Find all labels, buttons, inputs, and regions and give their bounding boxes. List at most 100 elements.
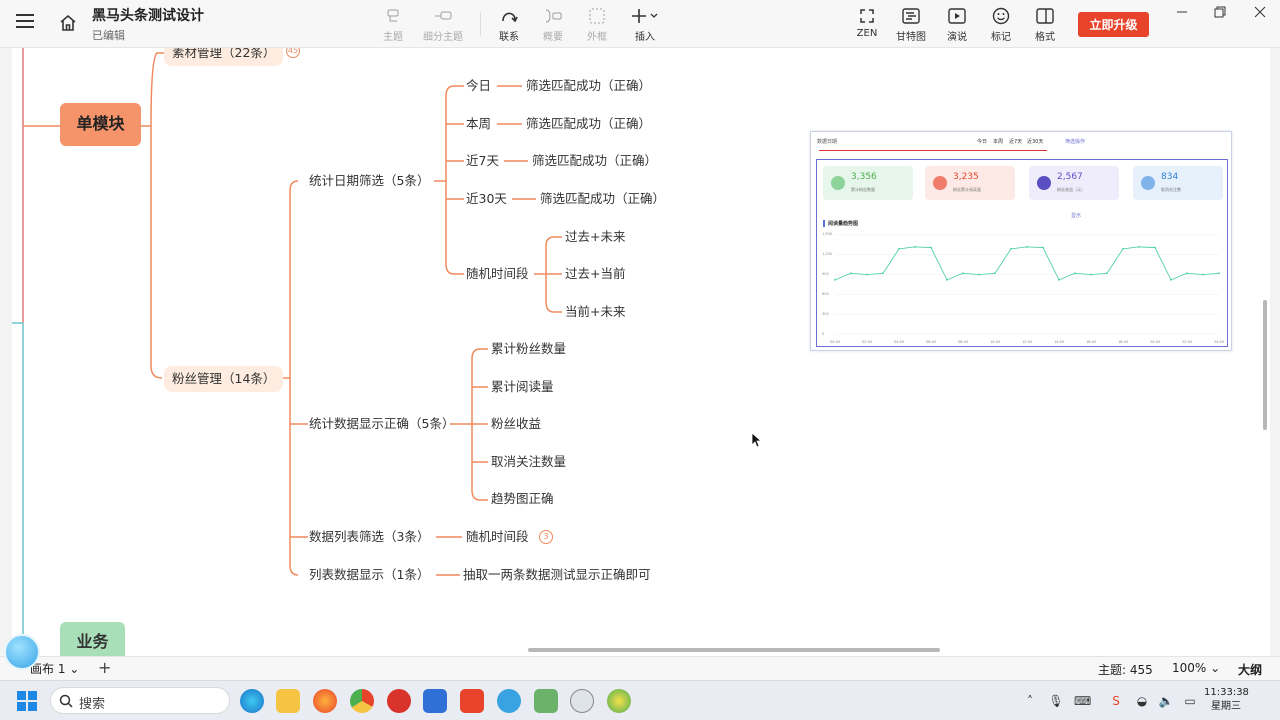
node-last7-result[interactable]: 筛选匹配成功（正确） xyxy=(532,152,657,170)
taskbar-search[interactable]: 搜索 xyxy=(50,687,230,714)
vertical-scrollbar[interactable] xyxy=(1263,300,1267,430)
x-tick-label: 12:00 xyxy=(1022,340,1032,344)
x-tick-label: 24:00 xyxy=(1214,340,1224,344)
wps-icon[interactable] xyxy=(460,689,484,713)
clock-app-icon[interactable] xyxy=(570,689,594,713)
node-today-result[interactable]: 筛选匹配成功（正确） xyxy=(526,77,651,95)
data-point xyxy=(850,272,852,275)
antivirus-icon[interactable]: S xyxy=(1108,693,1124,709)
horizontal-scrollbar[interactable] xyxy=(528,648,940,652)
preview-tab-underline xyxy=(819,150,1047,151)
data-point xyxy=(1026,245,1028,248)
floating-widget-icon[interactable] xyxy=(4,634,40,670)
node-unfollow-count[interactable]: 取消关注数量 xyxy=(491,453,566,471)
mindmap-app-icon[interactable] xyxy=(607,689,631,713)
node-last30[interactable]: 近30天 xyxy=(466,190,507,208)
node-last30-result[interactable]: 筛选匹配成功（正确） xyxy=(540,190,665,208)
topic-count: 主题: 455 xyxy=(1098,663,1153,677)
data-point xyxy=(978,273,980,276)
node-week-result[interactable]: 筛选匹配成功（正确） xyxy=(526,115,651,133)
minimize-icon[interactable] xyxy=(1174,4,1190,20)
preview-filter-action: 筛选操作 xyxy=(1065,139,1086,145)
node-fans-total[interactable]: 累计粉丝数量 xyxy=(491,340,566,358)
home-icon[interactable] xyxy=(58,13,78,33)
data-point xyxy=(898,247,900,250)
node-random-period[interactable]: 随机时间段 xyxy=(466,265,529,283)
node-list-filter[interactable]: 数据列表筛选（3条） xyxy=(309,528,429,546)
trend-line-chart: 00:00 02:00 04:00 06:00 08:00 10:00 12:00 14:00… xyxy=(830,234,1224,344)
firefox-icon[interactable] xyxy=(313,689,337,713)
zoom-value: 100% xyxy=(1172,661,1207,675)
save-status: 已编辑 xyxy=(92,29,125,42)
x-tick-label: 10:00 xyxy=(990,340,1000,344)
battery-icon[interactable]: ▭ xyxy=(1182,693,1198,709)
collapse-badge-list[interactable]: 3 xyxy=(539,530,553,544)
node-reads-total[interactable]: 累计阅读量 xyxy=(491,378,554,396)
x-tick-label: 02:00 xyxy=(862,340,872,344)
sheet-tab[interactable]: 画布 1 ⌄ xyxy=(30,660,79,677)
node-week[interactable]: 本周 xyxy=(466,115,491,133)
system-clock[interactable]: 11:33:38 星期三 xyxy=(1204,686,1249,714)
x-tick-label: 06:00 xyxy=(926,340,936,344)
node-stats-display[interactable]: 统计数据显示正确（5条） xyxy=(309,415,454,433)
node-date-filter[interactable]: 统计日期筛选（5条） xyxy=(309,172,429,190)
app-icon[interactable] xyxy=(387,689,411,713)
subtopic-icon xyxy=(413,6,473,26)
menu-icon[interactable] xyxy=(16,14,34,32)
zoom-level[interactable]: 100% ⌄ xyxy=(1172,661,1220,675)
node-fans-income[interactable]: 粉丝收益 xyxy=(491,415,541,433)
node-past-future[interactable]: 过去+未来 xyxy=(565,228,625,246)
status-bar: 画布 1 ⌄ + 主题: 455 100% ⌄ 大纲 xyxy=(0,656,1280,680)
clock-weekday: 星期三 xyxy=(1211,701,1241,712)
node-trend-ok[interactable]: 趋势图正确 xyxy=(491,490,554,508)
chevron-up-icon[interactable]: ˄ xyxy=(1022,693,1038,709)
chrome-icon[interactable] xyxy=(350,689,374,713)
add-sheet-icon[interactable]: + xyxy=(98,658,111,677)
chevron-down-icon: ⌄ xyxy=(69,662,80,676)
keyboard-icon[interactable]: ⌨ xyxy=(1074,693,1091,709)
wifi-icon[interactable]: ◒ xyxy=(1134,693,1150,709)
windows-start-icon[interactable] xyxy=(16,690,38,712)
node-now-future[interactable]: 当前+未来 xyxy=(565,303,625,321)
data-point xyxy=(1074,272,1076,275)
insert-button[interactable]: 插入 xyxy=(615,6,675,43)
microphone-icon[interactable]: 🎙 xyxy=(1048,693,1064,709)
node-sample-check[interactable]: 抽取一两条数据测试显示正确即可 xyxy=(463,566,651,584)
outline-button[interactable]: 大纲 xyxy=(1238,661,1262,678)
subtopic-button[interactable]: 细分主题 xyxy=(413,6,473,43)
edge-browser-icon[interactable] xyxy=(240,689,264,713)
format-button[interactable]: 格式 xyxy=(1015,6,1075,43)
close-icon[interactable] xyxy=(1252,4,1268,20)
data-point xyxy=(914,245,916,248)
search-icon xyxy=(59,694,73,708)
chat-app-icon[interactable] xyxy=(423,689,447,713)
upgrade-button[interactable]: 立即升级 xyxy=(1078,12,1149,37)
format-panel-icon xyxy=(1015,6,1075,26)
data-point xyxy=(1106,272,1108,275)
preview-content: 3,356 累计粉丝数量 3,235 粉丝累计阅读量 2,567 粉丝收益（元）… xyxy=(816,159,1228,347)
node-single-module[interactable]: 单模块 xyxy=(60,103,141,146)
node-material-mgmt[interactable]: 素材管理（22条） xyxy=(164,48,284,66)
restore-icon[interactable] xyxy=(1212,4,1228,20)
messaging-icon[interactable] xyxy=(497,689,521,713)
preview-tab-30d: 近30天 xyxy=(1027,139,1044,145)
file-explorer-icon[interactable] xyxy=(276,689,300,713)
data-point xyxy=(1042,246,1044,249)
node-business[interactable]: 业务 xyxy=(60,622,125,656)
node-list-display[interactable]: 列表数据显示（1条） xyxy=(309,566,429,584)
node-past-now[interactable]: 过去+当前 xyxy=(565,265,625,283)
data-point xyxy=(1186,272,1188,275)
editor-icon[interactable] xyxy=(534,689,558,713)
x-tick-label: 14:00 xyxy=(1054,340,1064,344)
volume-icon[interactable]: 🔈 xyxy=(1158,693,1174,709)
node-today[interactable]: 今日 xyxy=(466,77,491,95)
node-fans-mgmt[interactable]: 粉丝管理（14条） xyxy=(164,366,284,392)
mindmap-canvas[interactable]: 素材管理（22条） 45 单模块 业务 粉丝管理（14条） 统计日期筛选（5条）… xyxy=(12,48,1270,656)
node-list-random[interactable]: 随机时间段 xyxy=(466,528,529,546)
search-placeholder: 搜索 xyxy=(79,697,106,712)
data-point xyxy=(1154,246,1156,249)
data-point xyxy=(882,272,884,275)
data-point xyxy=(834,278,836,281)
node-last7[interactable]: 近7天 xyxy=(466,152,499,170)
embedded-screenshot-image[interactable]: 数据日期 今日 本周 近7天 近30天 筛选操作 3,356 累计粉丝数量 3,… xyxy=(810,131,1232,351)
